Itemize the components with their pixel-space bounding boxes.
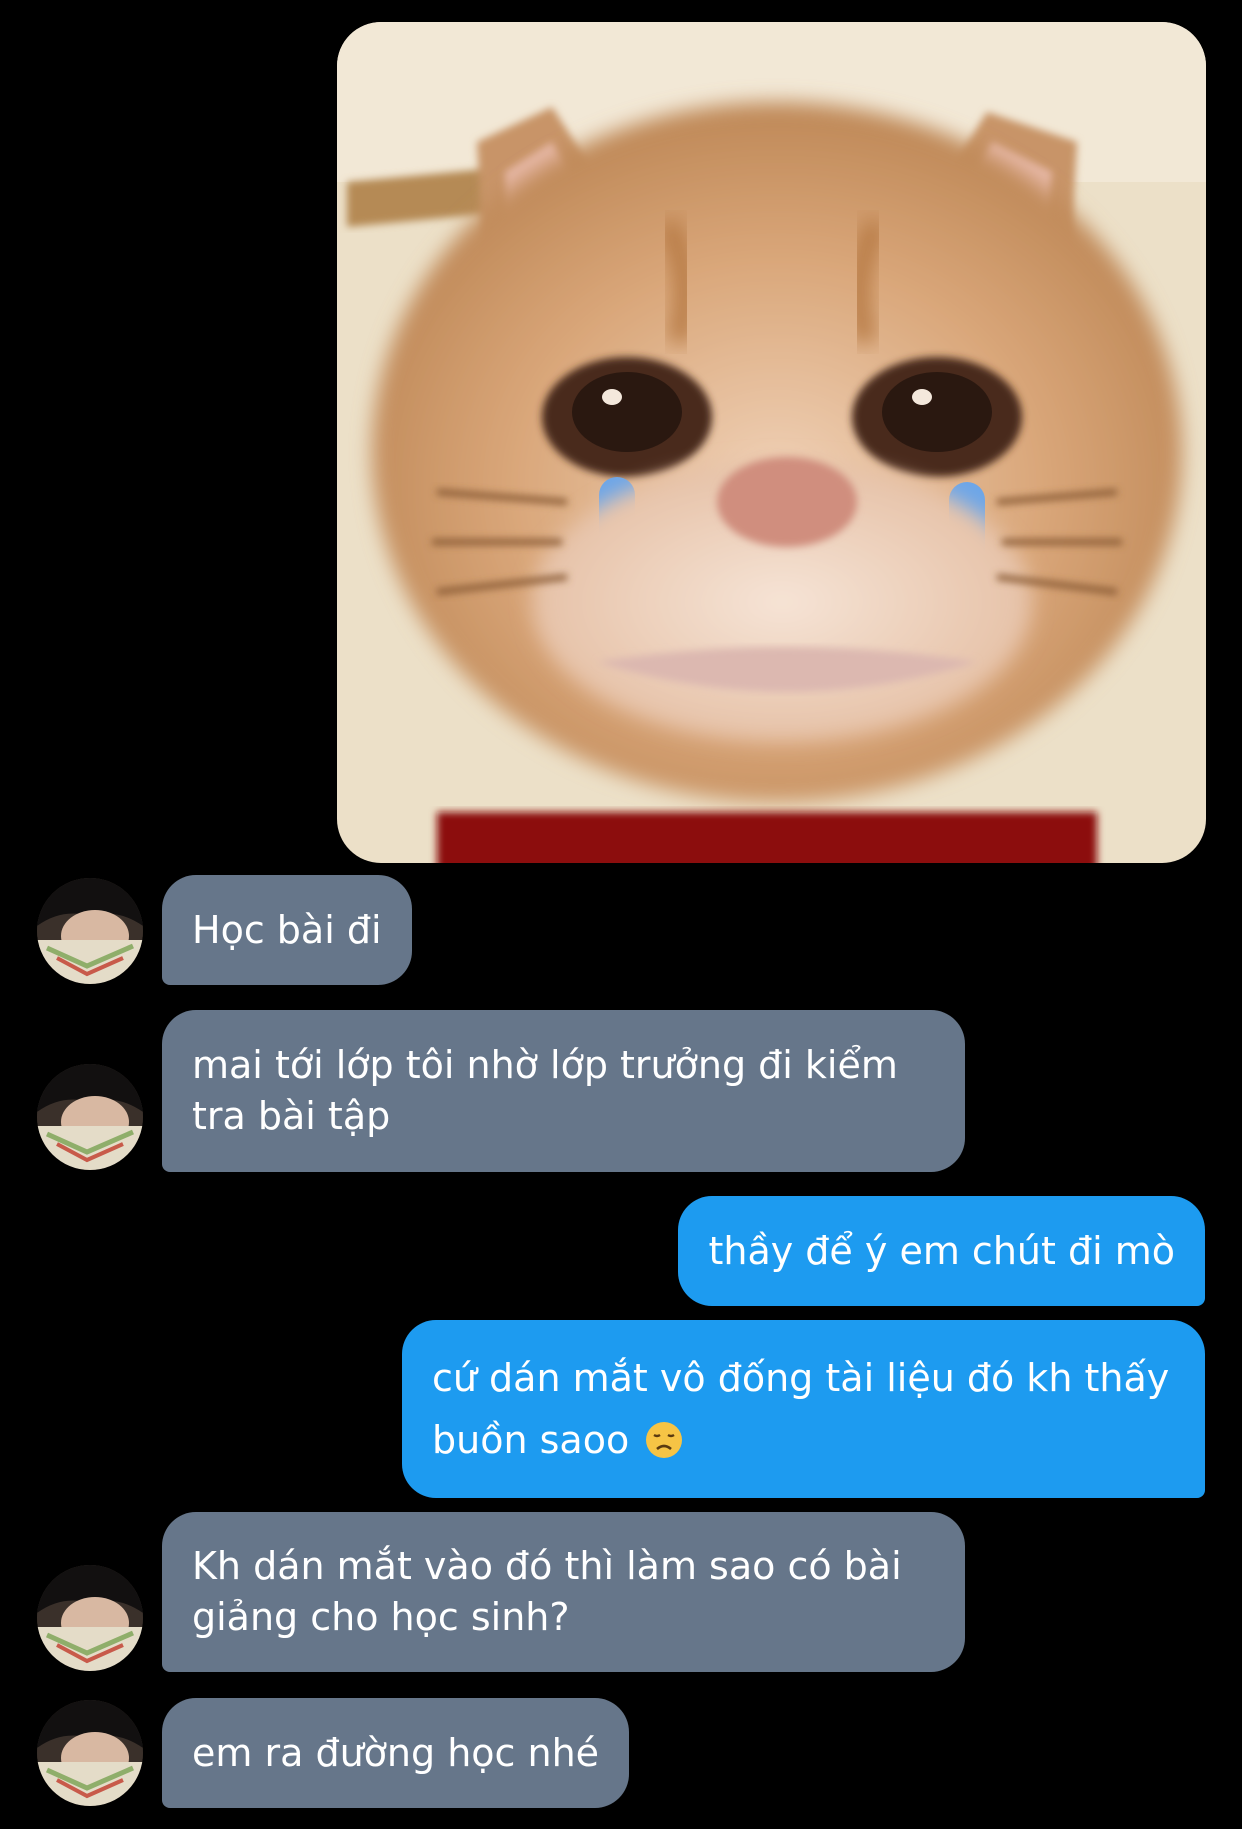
user-avatar-icon bbox=[37, 1700, 143, 1806]
message-text: Học bài đi bbox=[192, 907, 382, 952]
message-text: cứ dán mắt vô đống tài liệu đó kh thấy b… bbox=[432, 1347, 1175, 1471]
incoming-message[interactable]: Kh dán mắt vào đó thì làm sao có bài giả… bbox=[162, 1512, 965, 1672]
user-avatar-icon bbox=[37, 1064, 143, 1170]
photo-message[interactable] bbox=[337, 22, 1206, 863]
message-text: thầy để ý em chút đi mò bbox=[708, 1228, 1175, 1273]
incoming-message[interactable]: Học bài đi bbox=[162, 875, 412, 985]
user-avatar-icon bbox=[37, 878, 143, 984]
user-avatar-icon bbox=[37, 1565, 143, 1671]
incoming-message[interactable]: mai tới lớp tôi nhờ lớp trưởng đi kiểm t… bbox=[162, 1010, 965, 1172]
outgoing-message[interactable]: thầy để ý em chút đi mò bbox=[678, 1196, 1205, 1306]
incoming-message[interactable]: em ra đường học nhé bbox=[162, 1698, 630, 1808]
crying-cat-image bbox=[337, 22, 1206, 863]
message-text: em ra đường học nhé bbox=[192, 1730, 600, 1775]
avatar[interactable] bbox=[37, 878, 143, 984]
outgoing-message[interactable]: cứ dán mắt vô đống tài liệu đó kh thấy b… bbox=[402, 1320, 1205, 1498]
avatar[interactable] bbox=[37, 1064, 143, 1170]
disappointed-face-icon bbox=[646, 1422, 683, 1458]
avatar[interactable] bbox=[37, 1565, 143, 1671]
message-text: Kh dán mắt vào đó thì làm sao có bài giả… bbox=[192, 1544, 902, 1639]
message-text: mai tới lớp tôi nhờ lớp trưởng đi kiểm t… bbox=[192, 1043, 898, 1138]
message-text-body: cứ dán mắt vô đống tài liệu đó kh thấy b… bbox=[432, 1356, 1170, 1462]
avatar[interactable] bbox=[37, 1700, 143, 1806]
